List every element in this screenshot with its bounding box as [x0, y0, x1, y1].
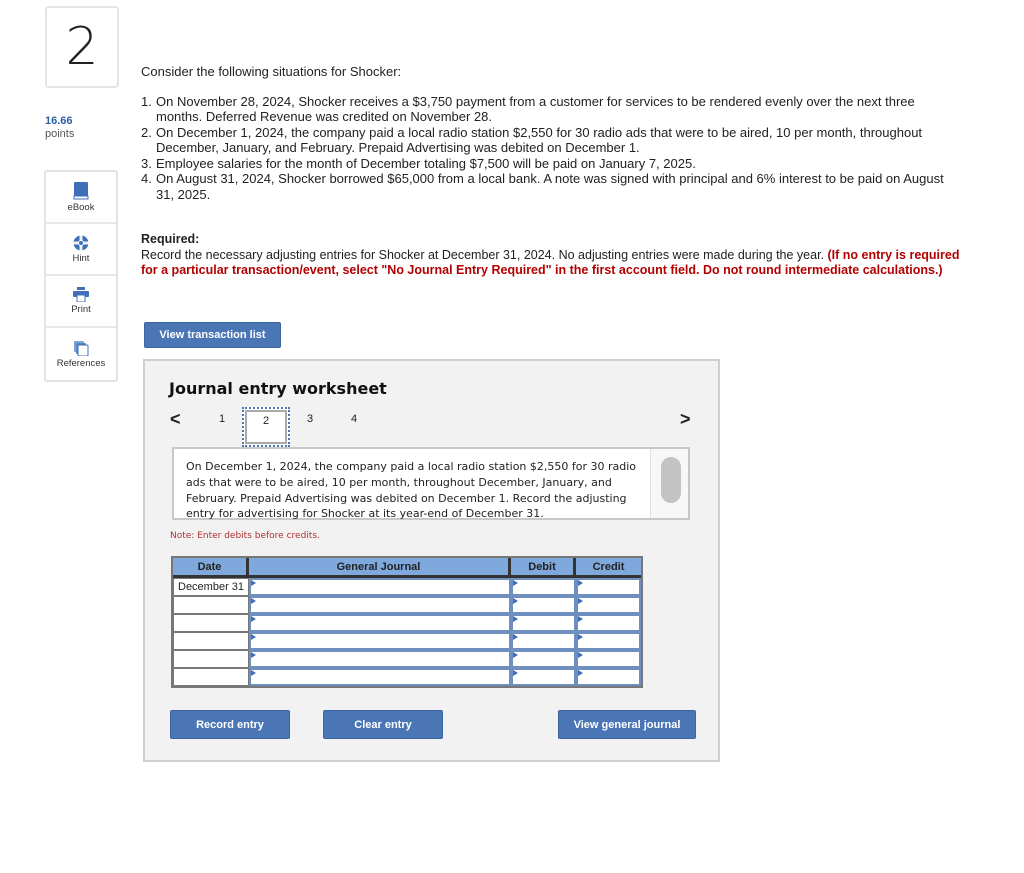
account-select[interactable]: [249, 632, 511, 650]
table-row: [173, 614, 641, 632]
view-transaction-list-button[interactable]: View transaction list: [144, 322, 281, 348]
credit-input[interactable]: [576, 596, 641, 614]
date-cell[interactable]: [173, 614, 249, 632]
ebook-button[interactable]: eBook: [46, 172, 116, 224]
debit-input[interactable]: [511, 596, 576, 614]
next-arrow-icon[interactable]: >: [680, 409, 691, 430]
credit-input[interactable]: [576, 668, 641, 686]
clear-entry-button[interactable]: Clear entry: [323, 710, 443, 739]
prev-arrow-icon[interactable]: <: [170, 409, 181, 430]
transaction-description: On December 1, 2024, the company paid a …: [186, 460, 637, 521]
table-row: [173, 596, 641, 614]
lifebuoy-icon: [73, 235, 89, 250]
journal-entry-worksheet: Journal entry worksheet < 1 2 3 4 > On D…: [143, 359, 720, 762]
credit-input[interactable]: [576, 650, 641, 668]
situation-item: 4. On August 31, 2024, Shocker borrowed $…: [141, 171, 961, 202]
column-header-credit: Credit: [576, 558, 641, 578]
question-content: Consider the following situations for Sh…: [141, 64, 961, 279]
debit-input[interactable]: [511, 650, 576, 668]
debit-input[interactable]: [511, 578, 576, 596]
hint-label: Hint: [72, 252, 90, 264]
table-row: [173, 632, 641, 650]
points-value: 16.66: [45, 115, 73, 127]
tab-2[interactable]: 2: [242, 407, 290, 447]
ebook-label: eBook: [67, 201, 95, 213]
journal-table: Date General Journal Debit Credit Decemb…: [171, 556, 643, 688]
situation-item: 1. On November 28, 2024, Shocker receives…: [141, 94, 961, 125]
worksheet-title: Journal entry worksheet: [169, 379, 387, 398]
account-select[interactable]: [249, 578, 511, 596]
scrollbar-thumb[interactable]: [661, 457, 681, 503]
table-row: [173, 668, 641, 686]
column-header-debit: Debit: [511, 558, 576, 578]
date-cell[interactable]: [173, 650, 249, 668]
print-button[interactable]: Print: [46, 276, 116, 328]
copy-icon: [74, 340, 89, 356]
date-cell: December 31: [173, 578, 249, 596]
references-label: References: [56, 357, 106, 369]
required-section: Required: Record the necessary adjusting…: [141, 232, 961, 279]
situation-text: On December 1, 2024, the company paid a …: [156, 124, 923, 156]
account-select[interactable]: [249, 614, 511, 632]
view-general-journal-button[interactable]: View general journal: [558, 710, 696, 739]
situation-text: On August 31, 2024, Shocker borrowed $65…: [156, 171, 944, 202]
question-number: 2: [45, 6, 119, 88]
account-select[interactable]: [249, 668, 511, 686]
situation-number: 4.: [141, 171, 152, 186]
debit-input[interactable]: [511, 614, 576, 632]
transaction-description-box: On December 1, 2024, the company paid a …: [172, 447, 690, 520]
situation-number: 1.: [141, 93, 152, 109]
points-label: points: [45, 128, 75, 140]
print-label: Print: [71, 304, 91, 315]
situation-item: 3. Employee salaries for the month of Dec…: [141, 156, 961, 172]
debit-credit-note: Note: Enter debits before credits.: [170, 531, 320, 541]
date-cell[interactable]: [173, 596, 249, 614]
account-select[interactable]: [249, 650, 511, 668]
date-cell[interactable]: [173, 668, 249, 686]
credit-input[interactable]: [576, 578, 641, 596]
column-header-date: Date: [173, 558, 249, 578]
account-select[interactable]: [249, 596, 511, 614]
situation-text: Employee salaries for the month of Decem…: [156, 155, 696, 171]
column-header-general-journal: General Journal: [249, 558, 511, 578]
credit-input[interactable]: [576, 632, 641, 650]
references-button[interactable]: References: [46, 328, 116, 380]
record-entry-button[interactable]: Record entry: [170, 710, 290, 739]
table-row: December 31: [173, 578, 641, 596]
debit-input[interactable]: [511, 632, 576, 650]
tab-4[interactable]: 4: [351, 413, 357, 425]
situation-number: 3.: [141, 155, 152, 171]
situations-list: 1. On November 28, 2024, Shocker receives…: [141, 94, 961, 203]
credit-input[interactable]: [576, 614, 641, 632]
situation-text: On November 28, 2024, Shocker receives a…: [156, 93, 915, 125]
required-text: Record the necessary adjusting entries f…: [141, 247, 825, 262]
table-row: [173, 650, 641, 668]
required-heading: Required:: [141, 232, 200, 246]
printer-icon: [73, 287, 89, 302]
points-info: 16.66 points: [45, 115, 74, 141]
situation-item: 2. On December 1, 2024, the company paid …: [141, 125, 961, 156]
tools-panel: eBook Hint Print References: [44, 170, 118, 382]
intro-text: Consider the following situations for Sh…: [141, 64, 402, 79]
description-scrollbar[interactable]: [650, 449, 688, 518]
situation-number: 2.: [141, 124, 152, 140]
book-icon: [73, 181, 89, 199]
date-cell[interactable]: [173, 632, 249, 650]
tab-3[interactable]: 3: [307, 413, 313, 425]
debit-input[interactable]: [511, 668, 576, 686]
tab-1[interactable]: 1: [219, 413, 225, 425]
hint-button[interactable]: Hint: [46, 224, 116, 276]
